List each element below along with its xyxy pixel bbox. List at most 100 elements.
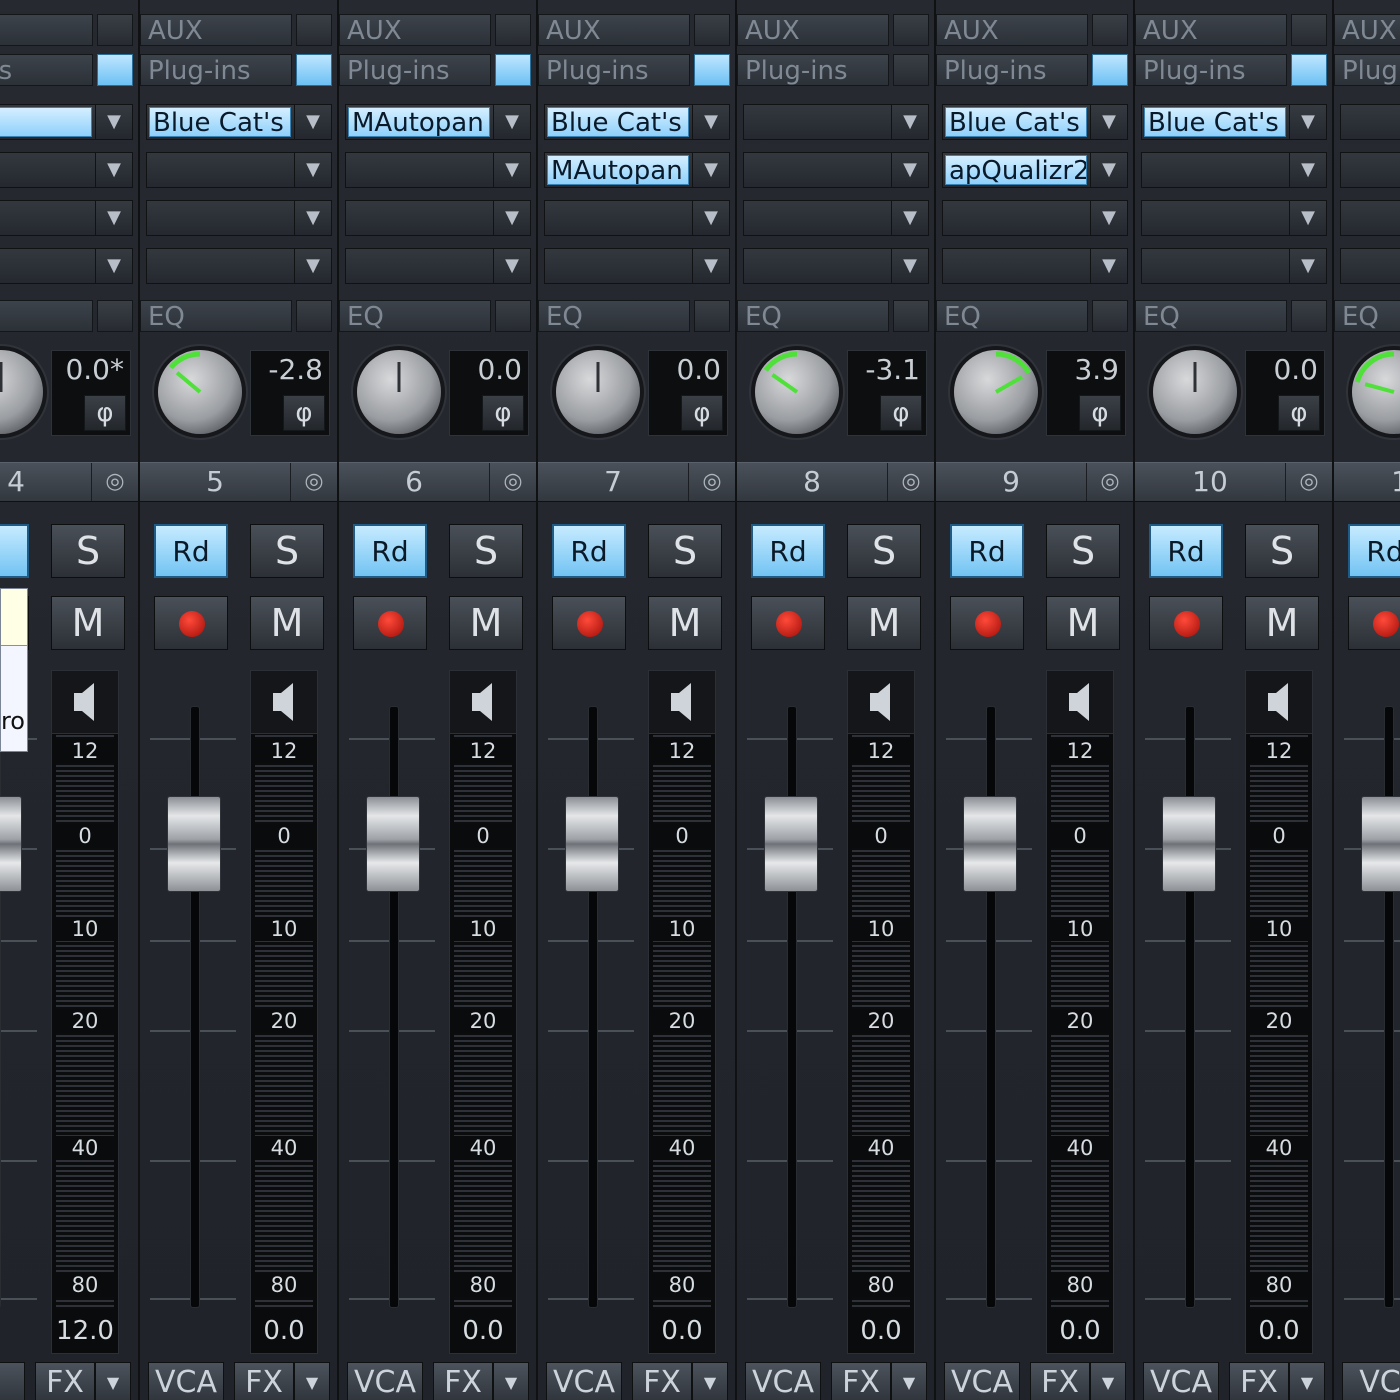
insert-slot-1[interactable]: MAutopan ▼: [345, 104, 531, 140]
record-arm-button[interactable]: [154, 596, 228, 650]
insert-slot-1[interactable]: Blue Cat's ▼: [544, 104, 730, 140]
insert-slot-4[interactable]: ▼: [743, 248, 929, 284]
mute-button[interactable]: M: [1245, 596, 1319, 650]
insert-name[interactable]: [1144, 203, 1286, 233]
channel-number[interactable]: 6: [339, 463, 489, 501]
vca-button[interactable]: VCA: [546, 1362, 622, 1400]
popup-menu-fragment[interactable]: ro: [0, 588, 28, 752]
chevron-down-icon[interactable]: ▼: [692, 153, 729, 187]
eq-label[interactable]: EQ: [1135, 300, 1287, 332]
read-automation-button[interactable]: Rd: [353, 524, 427, 578]
eq-enable-button[interactable]: [296, 300, 332, 332]
vca-button[interactable]: VCA: [347, 1362, 423, 1400]
chevron-down-icon[interactable]: ▼: [891, 1362, 927, 1400]
aux-enable-button[interactable]: [1092, 14, 1128, 46]
insert-slot-3[interactable]: ▼: [942, 200, 1128, 236]
insert-slot-1[interactable]: Blue Cat's ▼: [146, 104, 332, 140]
target-icon[interactable]: ◎: [489, 463, 536, 501]
aux-label[interactable]: AUX: [936, 14, 1088, 46]
insert-slot-2[interactable]: ▼: [1141, 152, 1327, 188]
mute-button[interactable]: M: [648, 596, 722, 650]
chevron-down-icon[interactable]: ▼: [493, 105, 530, 139]
insert-slot-2[interactable]: MAutopan ▼: [544, 152, 730, 188]
chevron-down-icon[interactable]: ▼: [493, 153, 530, 187]
speaker-icon[interactable]: [52, 671, 118, 734]
chevron-down-icon[interactable]: ▼: [1289, 153, 1326, 187]
read-automation-button[interactable]: Rd: [1149, 524, 1223, 578]
insert-slot-1[interactable]: ▼: [1340, 104, 1400, 140]
eq-enable-button[interactable]: [893, 300, 929, 332]
insert-slot-4[interactable]: ▼: [942, 248, 1128, 284]
speaker-icon[interactable]: [848, 671, 914, 734]
mute-button[interactable]: M: [1046, 596, 1120, 650]
speaker-icon[interactable]: [1246, 671, 1312, 734]
insert-name[interactable]: [547, 251, 689, 281]
channel-number[interactable]: 10: [1135, 463, 1285, 501]
insert-name[interactable]: [547, 203, 689, 233]
eq-label[interactable]: EQ: [339, 300, 491, 332]
insert-name[interactable]: [0, 155, 92, 185]
insert-slot-2[interactable]: apQualizr2 ▼: [942, 152, 1128, 188]
record-arm-button[interactable]: [950, 596, 1024, 650]
insert-name[interactable]: [149, 155, 291, 185]
eq-label[interactable]: EQ: [0, 300, 93, 332]
insert-name[interactable]: [1343, 203, 1400, 233]
eq-enable-button[interactable]: [694, 300, 730, 332]
target-icon[interactable]: ◎: [688, 463, 735, 501]
insert-name[interactable]: [945, 251, 1087, 281]
fader-level-value[interactable]: 0.0: [1246, 1309, 1312, 1353]
solo-button[interactable]: S: [449, 524, 523, 578]
eq-label[interactable]: EQ: [737, 300, 889, 332]
aux-enable-button[interactable]: [97, 14, 133, 46]
phase-invert-button[interactable]: φ: [283, 395, 325, 431]
fx-button[interactable]: FX: [433, 1362, 493, 1400]
insert-name[interactable]: St: [0, 107, 92, 137]
insert-name[interactable]: [746, 155, 888, 185]
record-arm-button[interactable]: [552, 596, 626, 650]
insert-name[interactable]: [746, 251, 888, 281]
volume-fader-handle[interactable]: [0, 796, 22, 892]
chevron-down-icon[interactable]: ▼: [1289, 201, 1326, 235]
insert-name[interactable]: [0, 251, 92, 281]
pan-knob[interactable]: [0, 350, 43, 434]
insert-name[interactable]: [149, 203, 291, 233]
insert-slot-3[interactable]: ▼: [1340, 200, 1400, 236]
record-arm-button[interactable]: [751, 596, 825, 650]
chevron-down-icon[interactable]: ▼: [692, 1362, 728, 1400]
chevron-down-icon[interactable]: ▼: [95, 201, 132, 235]
vca-button[interactable]: VC: [1342, 1362, 1400, 1400]
chevron-down-icon[interactable]: ▼: [692, 249, 729, 283]
eq-label[interactable]: EQ: [538, 300, 690, 332]
insert-name[interactable]: Blue Cat's: [149, 107, 291, 137]
insert-name[interactable]: Blue Cat's: [1144, 107, 1286, 137]
insert-slot-1[interactable]: Blue Cat's ▼: [1141, 104, 1327, 140]
insert-name[interactable]: Blue Cat's: [547, 107, 689, 137]
aux-label[interactable]: AUX: [339, 14, 491, 46]
plugins-enable-button[interactable]: [893, 54, 929, 86]
pan-value[interactable]: -3.1: [848, 353, 920, 386]
plugins-enable-button[interactable]: [97, 54, 133, 86]
speaker-icon[interactable]: [1047, 671, 1113, 734]
chevron-down-icon[interactable]: ▼: [1289, 105, 1326, 139]
read-automation-button[interactable]: Rd: [552, 524, 626, 578]
aux-enable-button[interactable]: [893, 14, 929, 46]
fader-level-value[interactable]: 12.0: [52, 1309, 118, 1353]
chevron-down-icon[interactable]: ▼: [294, 153, 331, 187]
plugins-label[interactable]: Plug-ins: [538, 54, 690, 86]
insert-name[interactable]: [1343, 155, 1400, 185]
aux-enable-button[interactable]: [495, 14, 531, 46]
phase-invert-button[interactable]: φ: [1079, 395, 1121, 431]
insert-name[interactable]: [1343, 107, 1400, 137]
pan-knob[interactable]: [357, 350, 441, 434]
vca-button[interactable]: VCA: [1143, 1362, 1219, 1400]
chevron-down-icon[interactable]: ▼: [692, 201, 729, 235]
popup-text[interactable]: ro: [1, 707, 25, 735]
pan-value[interactable]: 0.0: [450, 353, 522, 386]
chevron-down-icon[interactable]: ▼: [1090, 1362, 1126, 1400]
aux-enable-button[interactable]: [296, 14, 332, 46]
chevron-down-icon[interactable]: ▼: [1090, 201, 1127, 235]
insert-slot-1[interactable]: ▼: [743, 104, 929, 140]
speaker-icon[interactable]: [251, 671, 317, 734]
plugins-enable-button[interactable]: [296, 54, 332, 86]
chevron-down-icon[interactable]: ▼: [1090, 105, 1127, 139]
